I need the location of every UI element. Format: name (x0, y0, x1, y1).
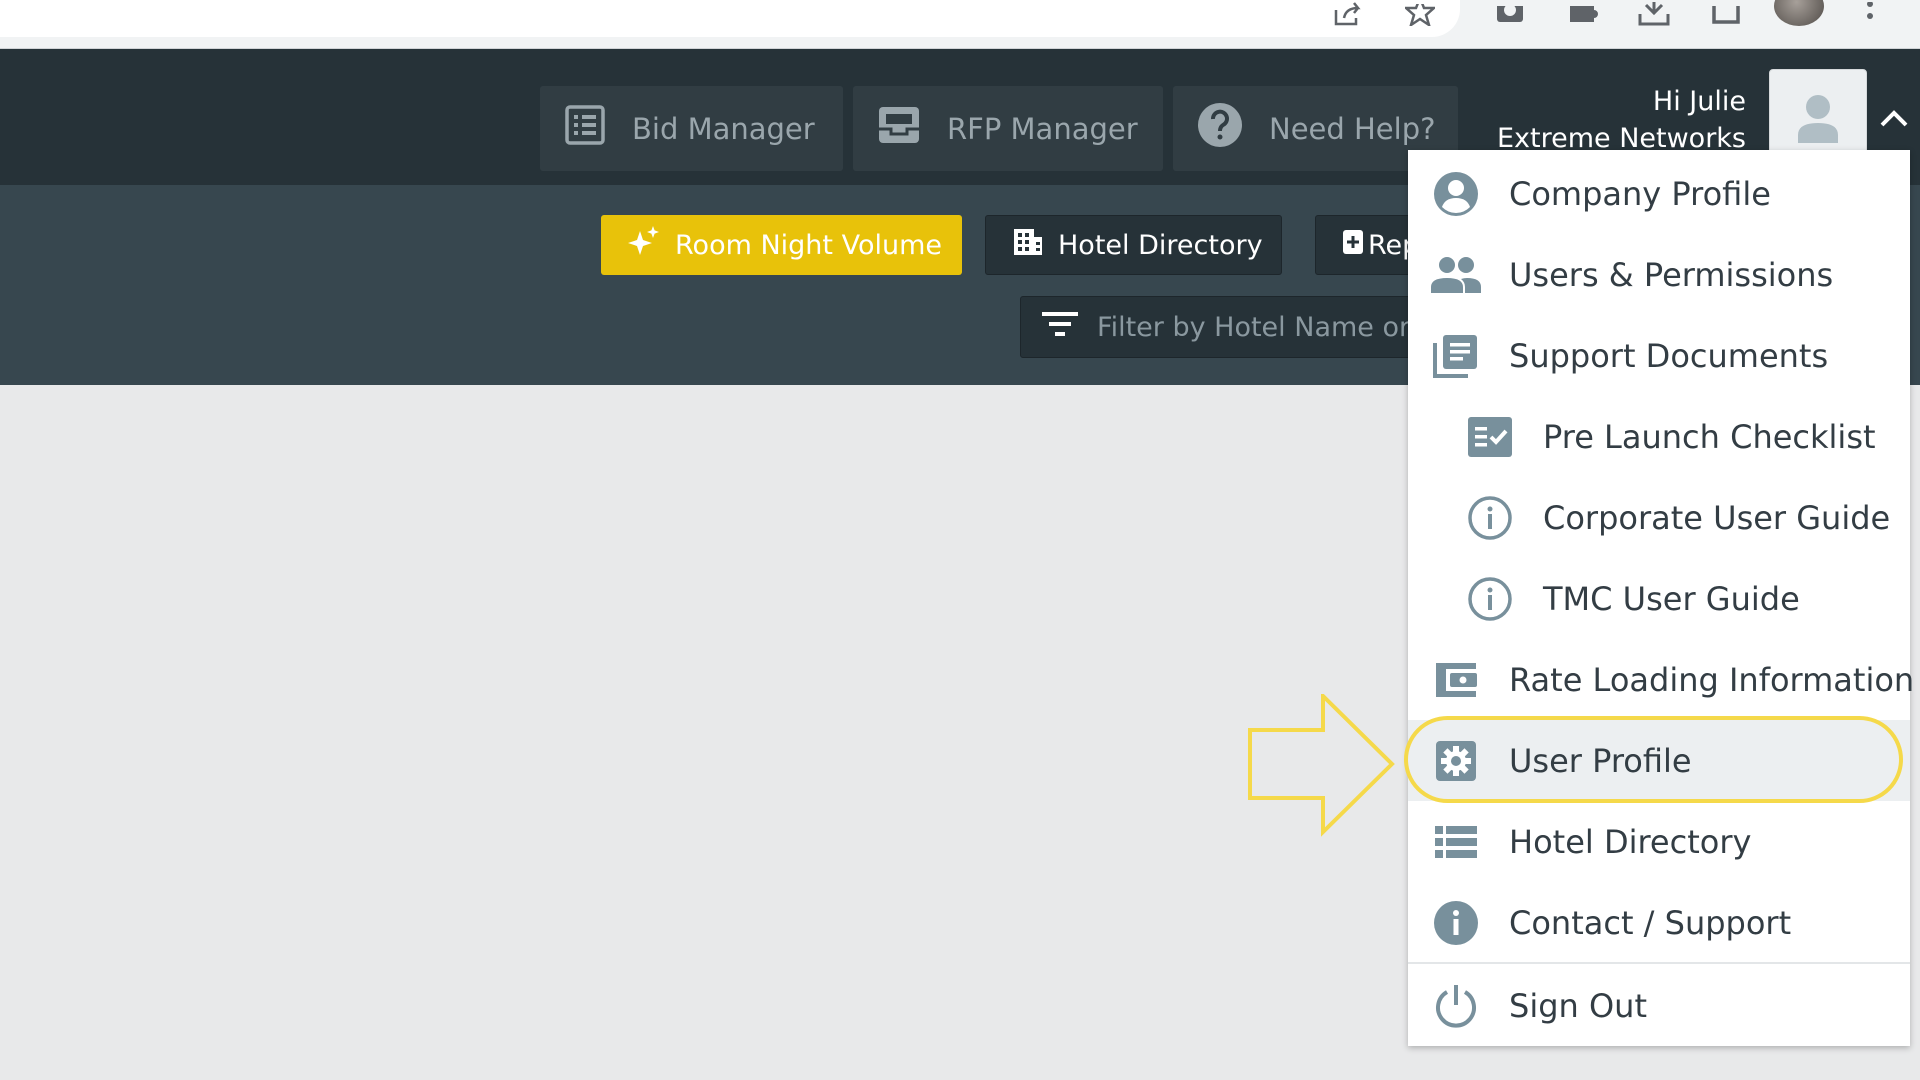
chevron-up-icon[interactable] (1876, 105, 1912, 133)
people-icon (1430, 249, 1482, 301)
menu-item-hotel-directory[interactable]: Hotel Directory (1408, 801, 1910, 882)
user-menu-dropdown: Company Profile Users & Permissions Supp… (1408, 150, 1914, 1046)
hotel-filter-input[interactable]: Filter by Hotel Name or S (1020, 296, 1450, 358)
list-view-icon (1430, 816, 1482, 868)
menu-item-user-profile[interactable]: User Profile (1408, 720, 1910, 801)
filter-placeholder: Filter by Hotel Name or S (1097, 311, 1436, 343)
rfp-manager-label: RFP Manager (947, 111, 1138, 146)
menu-item-users-permissions[interactable]: Users & Permissions (1408, 234, 1910, 315)
download-icon[interactable] (1636, 0, 1672, 26)
sparkle-icon (627, 225, 661, 266)
share-icon[interactable] (1330, 0, 1366, 26)
room-night-volume-button[interactable]: Room Night Volume (601, 215, 962, 275)
need-help-label: Need Help? (1269, 111, 1436, 146)
account-circle-icon (1430, 168, 1482, 220)
room-night-volume-label: Room Night Volume (675, 229, 943, 261)
pointer-arrow-icon (1248, 694, 1395, 837)
greeting-text: Hi Julie (1652, 86, 1746, 117)
kebab-menu-icon[interactable] (1852, 0, 1888, 26)
filter-icon (1041, 309, 1079, 346)
info-filled-icon (1430, 897, 1482, 949)
info-outline-icon (1464, 492, 1516, 544)
checklist-icon (1464, 411, 1516, 463)
menu-item-rate-loading-information[interactable]: Rate Loading Information (1408, 639, 1914, 720)
power-icon (1430, 980, 1482, 1032)
menu-divider (1408, 962, 1910, 964)
bid-manager-button[interactable]: Bid Manager (540, 86, 843, 171)
browser-toolbar (0, 0, 1920, 49)
camera-icon[interactable] (1492, 0, 1528, 26)
address-bar[interactable] (0, 0, 1460, 37)
reports-button[interactable]: Rep (1315, 215, 1415, 275)
menu-item-pre-launch-checklist[interactable]: Pre Launch Checklist (1408, 396, 1910, 477)
inbox-icon (877, 105, 921, 152)
library-books-icon (1430, 330, 1482, 382)
list-icon (564, 104, 606, 153)
hotel-directory-button[interactable]: Hotel Directory (985, 215, 1282, 275)
menu-item-tmc-user-guide[interactable]: TMC User Guide (1408, 558, 1910, 639)
page: Bid Manager RFP Manager Need Help? Hi Ju… (0, 0, 1920, 1080)
extensions-icon[interactable] (1564, 0, 1600, 26)
hotel-directory-label: Hotel Directory (1058, 229, 1263, 261)
menu-item-corporate-user-guide[interactable]: Corporate User Guide (1408, 477, 1910, 558)
reports-icon (1342, 229, 1364, 262)
window-icon[interactable] (1708, 0, 1744, 26)
profile-avatar[interactable] (1774, 0, 1824, 26)
rfp-manager-button[interactable]: RFP Manager (853, 86, 1163, 171)
info-outline-icon (1464, 573, 1516, 625)
gear-icon (1430, 735, 1482, 787)
bid-manager-label: Bid Manager (632, 111, 815, 146)
person-icon (1798, 95, 1838, 143)
user-greeting: Hi Julie Extreme Networks (1497, 83, 1746, 157)
wallet-icon (1430, 654, 1482, 706)
menu-item-sign-out[interactable]: Sign Out (1408, 965, 1910, 1046)
menu-item-company-profile[interactable]: Company Profile (1408, 153, 1910, 234)
menu-item-contact-support[interactable]: Contact / Support (1408, 882, 1910, 963)
help-circle-icon (1197, 102, 1243, 155)
building-icon (1012, 227, 1044, 264)
star-icon[interactable] (1402, 0, 1438, 26)
menu-item-support-documents[interactable]: Support Documents (1408, 315, 1910, 396)
